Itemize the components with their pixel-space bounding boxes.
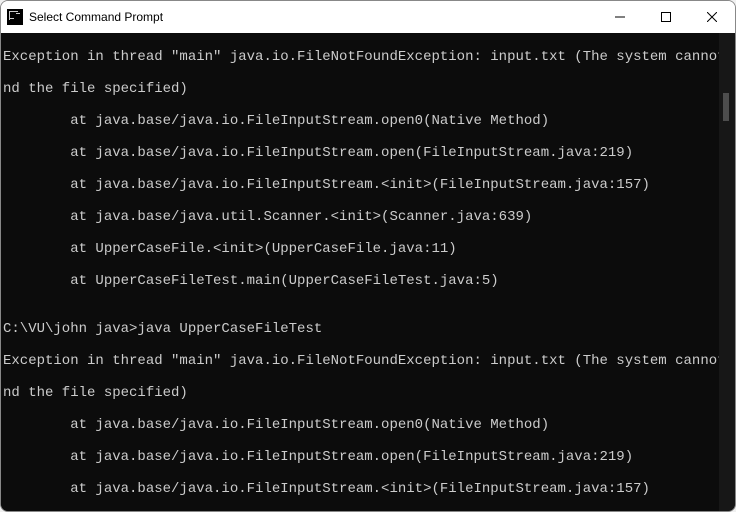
maximize-button[interactable] [643, 1, 689, 33]
terminal-line: at java.base/java.io.FileInputStream.<in… [3, 481, 717, 497]
terminal-line: C:\VU\john java>java UpperCaseFileTest [3, 321, 717, 337]
close-icon [707, 12, 717, 22]
terminal-line: at java.base/java.io.FileInputStream.ope… [3, 145, 717, 161]
window-title: Select Command Prompt [29, 10, 163, 24]
terminal-line: at java.base/java.io.FileInputStream.<in… [3, 177, 717, 193]
terminal-line: at java.base/java.io.FileInputStream.ope… [3, 449, 717, 465]
terminal-line: at UpperCaseFile.<init>(UpperCaseFile.ja… [3, 241, 717, 257]
terminal-line: at java.base/java.util.Scanner.<init>(Sc… [3, 209, 717, 225]
terminal-line: at UpperCaseFileTest.main(UpperCaseFileT… [3, 273, 717, 289]
terminal-output[interactable]: Exception in thread "main" java.io.FileN… [1, 33, 719, 512]
command-prompt-window: Select Command Prompt Exception in threa… [0, 0, 736, 512]
maximize-icon [661, 12, 671, 22]
terminal-line: nd the file specified) [3, 81, 717, 97]
terminal-line: Exception in thread "main" java.io.FileN… [3, 353, 717, 369]
terminal-line: at java.base/java.io.FileInputStream.ope… [3, 417, 717, 433]
terminal-line: Exception in thread "main" java.io.FileN… [3, 49, 717, 65]
minimize-icon [615, 12, 625, 22]
scrollbar-thumb[interactable] [723, 93, 729, 121]
minimize-button[interactable] [597, 1, 643, 33]
cmd-icon [7, 9, 23, 25]
terminal-line: nd the file specified) [3, 385, 717, 401]
scrollbar[interactable] [719, 33, 735, 512]
terminal-area: Exception in thread "main" java.io.FileN… [1, 33, 735, 512]
close-button[interactable] [689, 1, 735, 33]
terminal-line: at java.base/java.io.FileInputStream.ope… [3, 113, 717, 129]
titlebar[interactable]: Select Command Prompt [1, 1, 735, 33]
